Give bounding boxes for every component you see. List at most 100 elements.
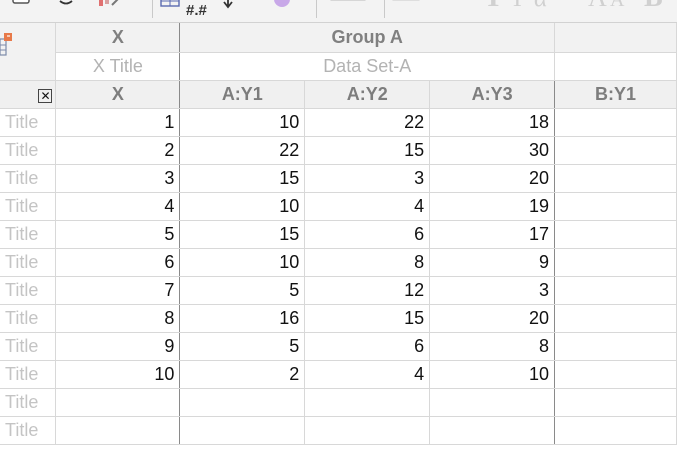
b-y1-value-cell[interactable]: [554, 136, 677, 165]
b-y1-value-cell[interactable]: [554, 416, 677, 445]
group-b-title-cell[interactable]: [554, 52, 677, 81]
row-title-cell[interactable]: Title: [0, 276, 57, 305]
b-y1-value-cell[interactable]: [554, 192, 677, 221]
x-value-cell[interactable]: 8: [55, 304, 181, 333]
chart-icon[interactable]: [98, 0, 122, 8]
x-value-cell[interactable]: 6: [55, 248, 181, 277]
a-y2-value-cell[interactable]: 12: [304, 276, 431, 305]
toolbar-button-blank[interactable]: [330, 0, 366, 6]
a-y3-value-cell[interactable]: [429, 416, 556, 445]
x-value-cell[interactable]: 10: [55, 360, 181, 389]
a-y2-value-cell[interactable]: 8: [304, 248, 431, 277]
column-header-row: ✕ X A:Y1 A:Y2 A:Y3 B:Y1: [0, 80, 677, 109]
a-y3-value-cell[interactable]: 3: [429, 276, 556, 305]
a-y1-value-cell[interactable]: 10: [179, 192, 306, 221]
column-header-a-y2[interactable]: A:Y2: [304, 80, 431, 109]
a-y2-value-cell[interactable]: 4: [304, 192, 431, 221]
a-y1-value-cell[interactable]: [179, 416, 306, 445]
x-value-cell[interactable]: 9: [55, 332, 181, 361]
b-y1-value-cell[interactable]: [554, 248, 677, 277]
font-format-icon[interactable]: T T α A A B: [484, 0, 674, 12]
x-value-cell[interactable]: [55, 388, 181, 417]
x-title-cell[interactable]: X Title: [55, 52, 181, 81]
row-title-cell[interactable]: Title: [0, 388, 57, 417]
undo-icon[interactable]: [58, 0, 74, 8]
a-y1-value-cell[interactable]: 16: [179, 304, 306, 333]
a-y1-value-cell[interactable]: 10: [179, 108, 306, 137]
a-y1-value-cell[interactable]: [179, 388, 306, 417]
a-y3-value-cell[interactable]: 30: [429, 136, 556, 165]
group-a-header[interactable]: Group A: [179, 23, 556, 53]
b-y1-value-cell[interactable]: [554, 276, 677, 305]
a-y3-value-cell[interactable]: 20: [429, 304, 556, 333]
b-y1-value-cell[interactable]: [554, 108, 677, 137]
svg-text:T: T: [484, 0, 503, 12]
close-icon[interactable]: ✕: [38, 88, 53, 103]
a-y1-value-cell[interactable]: 5: [179, 332, 306, 361]
row-title-cell[interactable]: Title: [0, 304, 57, 333]
x-value-cell[interactable]: 4: [55, 192, 181, 221]
row-title-cell[interactable]: Title: [0, 164, 57, 193]
a-y3-value-cell[interactable]: 18: [429, 108, 556, 137]
a-y2-value-cell[interactable]: 3: [304, 164, 431, 193]
a-y3-value-cell[interactable]: 20: [429, 164, 556, 193]
a-y3-value-cell[interactable]: [429, 388, 556, 417]
checkbox-icon[interactable]: [12, 0, 30, 4]
b-y1-value-cell[interactable]: [554, 360, 677, 389]
table-format-icon[interactable]: [160, 0, 182, 8]
b-y1-value-cell[interactable]: [554, 332, 677, 361]
row-title-cell[interactable]: Title: [0, 360, 57, 389]
table-row: Title: [0, 388, 677, 417]
a-y2-value-cell[interactable]: 6: [304, 220, 431, 249]
column-header-x[interactable]: X: [55, 80, 181, 109]
b-y1-value-cell[interactable]: [554, 388, 677, 417]
a-y3-value-cell[interactable]: 10: [429, 360, 556, 389]
b-y1-value-cell[interactable]: [554, 164, 677, 193]
x-group-header[interactable]: X: [55, 23, 181, 53]
column-header-b-y1[interactable]: B:Y1: [554, 80, 677, 109]
circle-icon[interactable]: [272, 0, 292, 8]
table-tool-icon[interactable]: [0, 31, 14, 57]
row-title-cell[interactable]: Title: [0, 332, 57, 361]
toolbar: #.# T T α A A B: [0, 0, 677, 23]
a-y2-value-cell[interactable]: [304, 388, 431, 417]
a-y1-value-cell[interactable]: 2: [179, 360, 306, 389]
x-value-cell[interactable]: 3: [55, 164, 181, 193]
x-value-cell[interactable]: 5: [55, 220, 181, 249]
a-y2-value-cell[interactable]: 15: [304, 304, 431, 333]
row-title-cell[interactable]: Title: [0, 192, 57, 221]
column-header-a-y3[interactable]: A:Y3: [429, 80, 556, 109]
b-y1-value-cell[interactable]: [554, 304, 677, 333]
a-y1-value-cell[interactable]: 5: [179, 276, 306, 305]
group-b-header[interactable]: [554, 23, 677, 53]
column-header-a-y1[interactable]: A:Y1: [179, 80, 306, 109]
a-y2-value-cell[interactable]: [304, 416, 431, 445]
layout-icon[interactable]: [392, 0, 420, 6]
svg-text:A: A: [610, 0, 625, 11]
x-value-cell[interactable]: 1: [55, 108, 181, 137]
row-title-cell[interactable]: Title: [0, 136, 57, 165]
x-value-cell[interactable]: 2: [55, 136, 181, 165]
x-value-cell[interactable]: [55, 416, 181, 445]
x-value-cell[interactable]: 7: [55, 276, 181, 305]
row-title-cell[interactable]: Title: [0, 220, 57, 249]
a-y1-value-cell[interactable]: 15: [179, 164, 306, 193]
a-y3-value-cell[interactable]: 17: [429, 220, 556, 249]
b-y1-value-cell[interactable]: [554, 220, 677, 249]
sort-arrow-icon[interactable]: [222, 0, 234, 10]
a-y2-value-cell[interactable]: 4: [304, 360, 431, 389]
a-y2-value-cell[interactable]: 22: [304, 108, 431, 137]
a-y3-value-cell[interactable]: 19: [429, 192, 556, 221]
row-title-cell[interactable]: Title: [0, 416, 57, 445]
a-y3-value-cell[interactable]: 8: [429, 332, 556, 361]
a-y3-value-cell[interactable]: 9: [429, 248, 556, 277]
a-y1-value-cell[interactable]: 10: [179, 248, 306, 277]
a-y1-value-cell[interactable]: 15: [179, 220, 306, 249]
row-title-cell[interactable]: Title: [0, 108, 57, 137]
a-y2-value-cell[interactable]: 15: [304, 136, 431, 165]
data-set-title-cell[interactable]: Data Set-A: [179, 52, 556, 81]
row-title-cell[interactable]: Title: [0, 248, 57, 277]
a-y2-value-cell[interactable]: 6: [304, 332, 431, 361]
a-y1-value-cell[interactable]: 22: [179, 136, 306, 165]
number-format-button[interactable]: #.#: [186, 2, 207, 19]
